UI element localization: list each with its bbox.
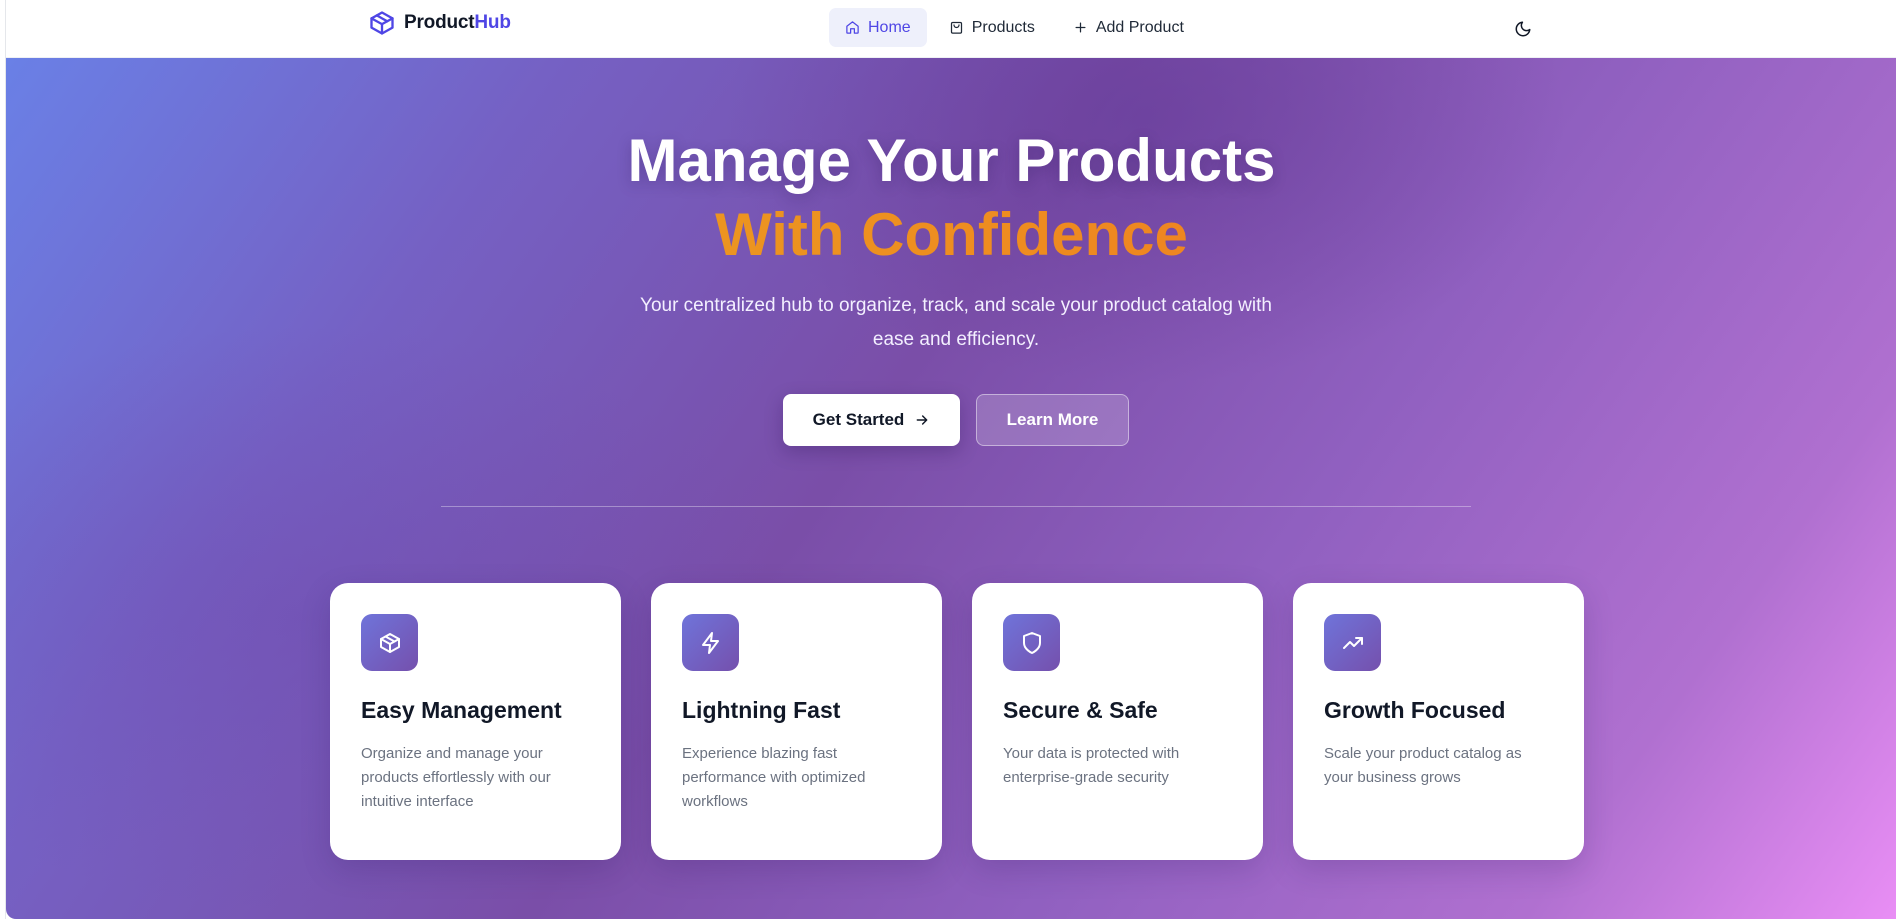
hero-section: Manage Your Products With Confidence You… (6, 58, 1896, 919)
feature-title: Growth Focused (1324, 697, 1506, 723)
box-icon (370, 11, 394, 35)
nav-item-products[interactable]: Products (933, 8, 1051, 47)
hero-title-line2: With Confidence (6, 198, 1896, 272)
hero-subtitle: Your centralized hub to organize, track,… (640, 295, 1272, 350)
box-icon (379, 632, 400, 653)
feature-icon-badge (361, 614, 418, 671)
feature-title: Easy Management (361, 697, 562, 723)
hero-divider (441, 506, 1471, 507)
navbar: ProductHub Home Products Add Product (6, 0, 1896, 58)
feature-description: Experience blazing fast performance with… (682, 745, 866, 810)
trending-up-icon (1342, 636, 1363, 649)
feature-card-lightning-fast: Lightning Fast Experience blazing fast p… (651, 583, 942, 860)
learn-more-button[interactable]: Learn More (976, 394, 1129, 446)
feature-cards: Easy Management Organize and manage your… (330, 583, 1584, 860)
home-icon (846, 21, 859, 34)
feature-description: Your data is protected with enterprise-g… (1003, 745, 1180, 786)
get-started-label: Get Started (812, 410, 905, 429)
arrow-right-icon (916, 415, 928, 425)
feature-card-growth-focused: Growth Focused Scale your product catalo… (1293, 583, 1584, 860)
main-nav: Home Products Add Product (829, 8, 1200, 47)
hero-title-line1: Manage Your Products (627, 127, 1276, 194)
theme-toggle-button[interactable] (1508, 14, 1538, 44)
learn-more-label: Learn More (1006, 410, 1099, 429)
lightning-icon (701, 631, 719, 654)
shopping-bag-icon (950, 21, 962, 34)
feature-description: Organize and manage your products effort… (361, 745, 551, 810)
nav-item-home[interactable]: Home (829, 8, 927, 47)
nav-item-label: Products (971, 18, 1035, 36)
nav-item-add-product[interactable]: Add Product (1057, 8, 1200, 47)
feature-title: Secure & Safe (1003, 697, 1158, 723)
plus-icon (1075, 22, 1086, 33)
feature-card-easy-management: Easy Management Organize and manage your… (330, 583, 621, 860)
nav-item-label: Add Product (1095, 18, 1184, 36)
brand-logo[interactable]: ProductHub (368, 9, 511, 37)
feature-title: Lightning Fast (682, 697, 841, 723)
moon-icon (1515, 21, 1531, 37)
get-started-button[interactable]: Get Started (783, 394, 960, 446)
nav-item-label: Home (868, 18, 911, 36)
feature-icon-badge (1003, 614, 1060, 671)
brand-name-part1: Product (404, 12, 475, 33)
feature-card-secure-safe: Secure & Safe Your data is protected wit… (972, 583, 1263, 860)
feature-description: Scale your product catalog as your busin… (1324, 745, 1522, 786)
brand-name: ProductHub (404, 12, 511, 34)
brand-name-part2: Hub (474, 12, 511, 33)
hero-title: Manage Your Products With Confidence (6, 124, 1896, 272)
shield-icon (1022, 631, 1041, 654)
feature-icon-badge (682, 614, 739, 671)
feature-icon-badge (1324, 614, 1381, 671)
app-frame: ProductHub Home Products Add Product Man… (5, 0, 1896, 919)
